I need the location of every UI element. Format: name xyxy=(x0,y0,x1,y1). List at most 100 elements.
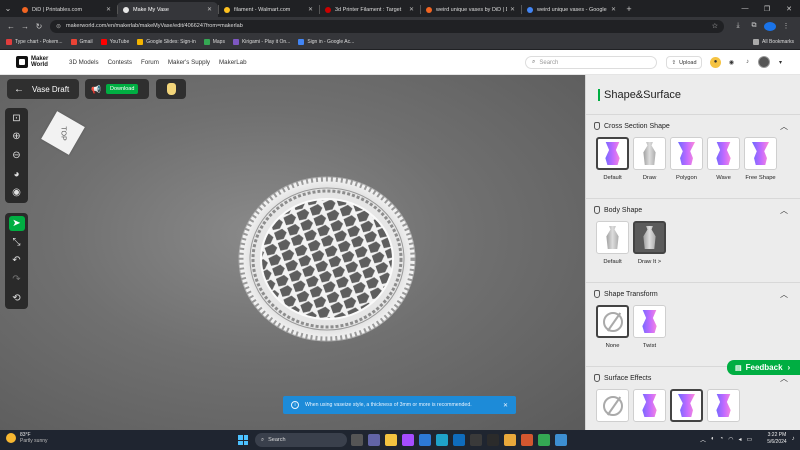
browser-tab[interactable]: weird unique vases by DiD | D... ✕ xyxy=(420,2,521,17)
bell-icon[interactable]: ♪ xyxy=(742,57,753,68)
new-tab-button[interactable]: + xyxy=(622,2,636,17)
taskbar-search[interactable]: ⌕ Search xyxy=(255,433,347,447)
tab-close-icon[interactable]: ✕ xyxy=(409,6,414,13)
teams-icon[interactable] xyxy=(368,434,380,446)
cross-section-option-wave[interactable]: Wave xyxy=(707,137,740,198)
browser-tab[interactable]: weird unique vases - Google S... ✕ xyxy=(521,2,622,17)
transform-option-twist[interactable]: Twist xyxy=(633,305,666,366)
chevron-up-icon[interactable]: ︿ xyxy=(700,435,706,444)
volume-icon[interactable]: ◂ xyxy=(739,436,742,443)
edge-icon[interactable] xyxy=(436,434,448,446)
weather-widget[interactable]: 83°F Partly sunny xyxy=(6,432,48,444)
battery-icon[interactable]: ▭ xyxy=(747,436,753,443)
windows-start-icon[interactable] xyxy=(238,435,248,445)
bookmark-item[interactable]: Gmail xyxy=(70,39,93,45)
browser-tab-active[interactable]: Make My Vase ✕ xyxy=(117,2,218,17)
forward-icon[interactable]: → xyxy=(18,22,32,31)
undo-icon[interactable]: ↶ xyxy=(9,254,25,269)
task-view-icon[interactable] xyxy=(351,434,363,446)
chrome-icon[interactable] xyxy=(504,434,516,446)
tab-close-icon[interactable]: ✕ xyxy=(611,6,616,13)
zoom-out-icon[interactable]: ⊖ xyxy=(9,148,25,163)
body-shape-option-default[interactable]: Default xyxy=(596,221,629,282)
clock[interactable]: 3:22 PM 5/6/2024 xyxy=(767,432,786,446)
message-icon[interactable]: ◉ xyxy=(726,57,737,68)
nav-contests[interactable]: Contests xyxy=(108,59,132,66)
fit-view-icon[interactable]: ⊡ xyxy=(9,111,25,126)
surface-option-selected[interactable] xyxy=(670,389,703,430)
app-icon[interactable] xyxy=(470,434,482,446)
scale-icon[interactable]: ⤡ xyxy=(9,235,25,250)
bookmark-item[interactable]: Kirigami - Play it On... xyxy=(232,39,290,45)
reset-icon[interactable]: ⟲ xyxy=(9,291,25,306)
bookmark-item[interactable]: YouTube xyxy=(100,39,129,45)
close-window-icon[interactable]: ✕ xyxy=(778,0,800,17)
downloads-icon[interactable]: ⤓ xyxy=(732,22,744,30)
restore-icon[interactable]: ❐ xyxy=(756,0,778,17)
app-icon[interactable] xyxy=(555,434,567,446)
tab-close-icon[interactable]: ✕ xyxy=(510,6,515,13)
zoom-in-icon[interactable]: ⊕ xyxy=(9,130,25,145)
tab-close-icon[interactable]: ✕ xyxy=(308,6,313,13)
bookmark-item[interactable]: Sign in - Google Ac... xyxy=(298,39,354,45)
tab-close-icon[interactable]: ✕ xyxy=(207,6,212,13)
cross-section-option-draw[interactable]: Draw xyxy=(633,137,666,198)
cross-section-option-free-shape[interactable]: Free Shape xyxy=(744,137,777,198)
app-tray-icon[interactable]: ◐ xyxy=(711,436,715,442)
toast-close-icon[interactable]: ✕ xyxy=(503,402,508,409)
chevron-up-icon[interactable]: ︿ xyxy=(780,205,788,216)
bookmark-item[interactable]: Google Slides: Sign-in xyxy=(137,39,196,45)
section-header[interactable]: Shape Transform ︿ xyxy=(586,283,800,305)
section-header[interactable]: Cross Section Shape ︿ xyxy=(586,115,800,137)
vase-canvas[interactable]: ← Vase Draft 📢 Download ⊡ ⊕ ⊖ ◕ ◉ ➤ ⤡ ↶ … xyxy=(0,75,585,430)
chevron-down-icon[interactable]: ▾ xyxy=(775,57,786,68)
browser-tab[interactable]: DiD | Printables.com ✕ xyxy=(16,2,117,17)
megaphone-icon[interactable]: 📢 xyxy=(91,85,101,94)
makerworld-logo[interactable]: Maker World xyxy=(16,56,55,68)
vase-model[interactable] xyxy=(237,175,417,343)
chrome-icon[interactable] xyxy=(538,434,550,446)
download-button[interactable]: Download xyxy=(105,84,139,94)
nav-makers-supply[interactable]: Maker's Supply xyxy=(168,59,210,66)
section-header[interactable]: Body Shape ︿ xyxy=(586,199,800,221)
cross-section-option-default[interactable]: Default xyxy=(596,137,629,198)
chevron-up-icon[interactable]: ︿ xyxy=(780,121,788,132)
coin-icon[interactable]: ● xyxy=(710,56,721,68)
surface-option[interactable] xyxy=(633,389,666,430)
bookmark-item[interactable]: Type chart - Pokem... xyxy=(6,39,63,45)
view-cube[interactable]: TOP xyxy=(41,111,85,155)
app-icon[interactable] xyxy=(402,434,414,446)
cross-section-option-polygon[interactable]: Polygon xyxy=(670,137,703,198)
all-bookmarks[interactable]: All Bookmarks xyxy=(753,39,794,45)
store-icon[interactable] xyxy=(419,434,431,446)
back-button[interactable]: ← Vase Draft xyxy=(7,79,79,99)
palette-icon[interactable]: ◕ xyxy=(9,167,25,182)
select-arrow-icon[interactable]: ➤ xyxy=(8,216,25,231)
extensions-icon[interactable]: ⧉ xyxy=(748,22,760,30)
search-input[interactable]: ⌕ Search xyxy=(525,56,657,69)
app-icon[interactable] xyxy=(521,434,533,446)
bookmark-star-icon[interactable]: ☆ xyxy=(712,22,718,30)
nav-forum[interactable]: Forum xyxy=(141,59,159,66)
transform-option-none[interactable]: None xyxy=(596,305,629,366)
eye-icon[interactable]: ◉ xyxy=(9,185,25,200)
tab-close-icon[interactable]: ✕ xyxy=(106,6,111,13)
bookmark-item[interactable]: Maps xyxy=(203,39,225,45)
redo-icon[interactable]: ↷ xyxy=(9,272,25,287)
user-avatar[interactable] xyxy=(758,56,770,68)
nav-makerlab[interactable]: MakerLab xyxy=(219,59,247,66)
url-field[interactable]: ⊜ makerworld.com/en/makerlab/makeMyVase/… xyxy=(50,19,724,33)
back-icon[interactable]: ← xyxy=(4,22,18,31)
minimize-icon[interactable]: — xyxy=(734,0,756,17)
network-icon[interactable]: ◔ xyxy=(720,436,724,442)
chevron-up-icon[interactable]: ︿ xyxy=(780,289,788,300)
material-button[interactable] xyxy=(156,79,186,99)
app-icon[interactable] xyxy=(487,434,499,446)
site-info-icon[interactable]: ⊜ xyxy=(56,23,61,30)
notification-bell-icon[interactable]: ♪ xyxy=(792,436,795,442)
body-shape-option-draw-it[interactable]: Draw It > xyxy=(633,221,666,282)
profile-avatar[interactable] xyxy=(764,21,776,31)
browser-tab[interactable]: 3d Printer Filament : Target ✕ xyxy=(319,2,420,17)
browser-menu-icon[interactable]: ⋮ xyxy=(780,22,792,30)
surface-option-none[interactable] xyxy=(596,389,629,430)
